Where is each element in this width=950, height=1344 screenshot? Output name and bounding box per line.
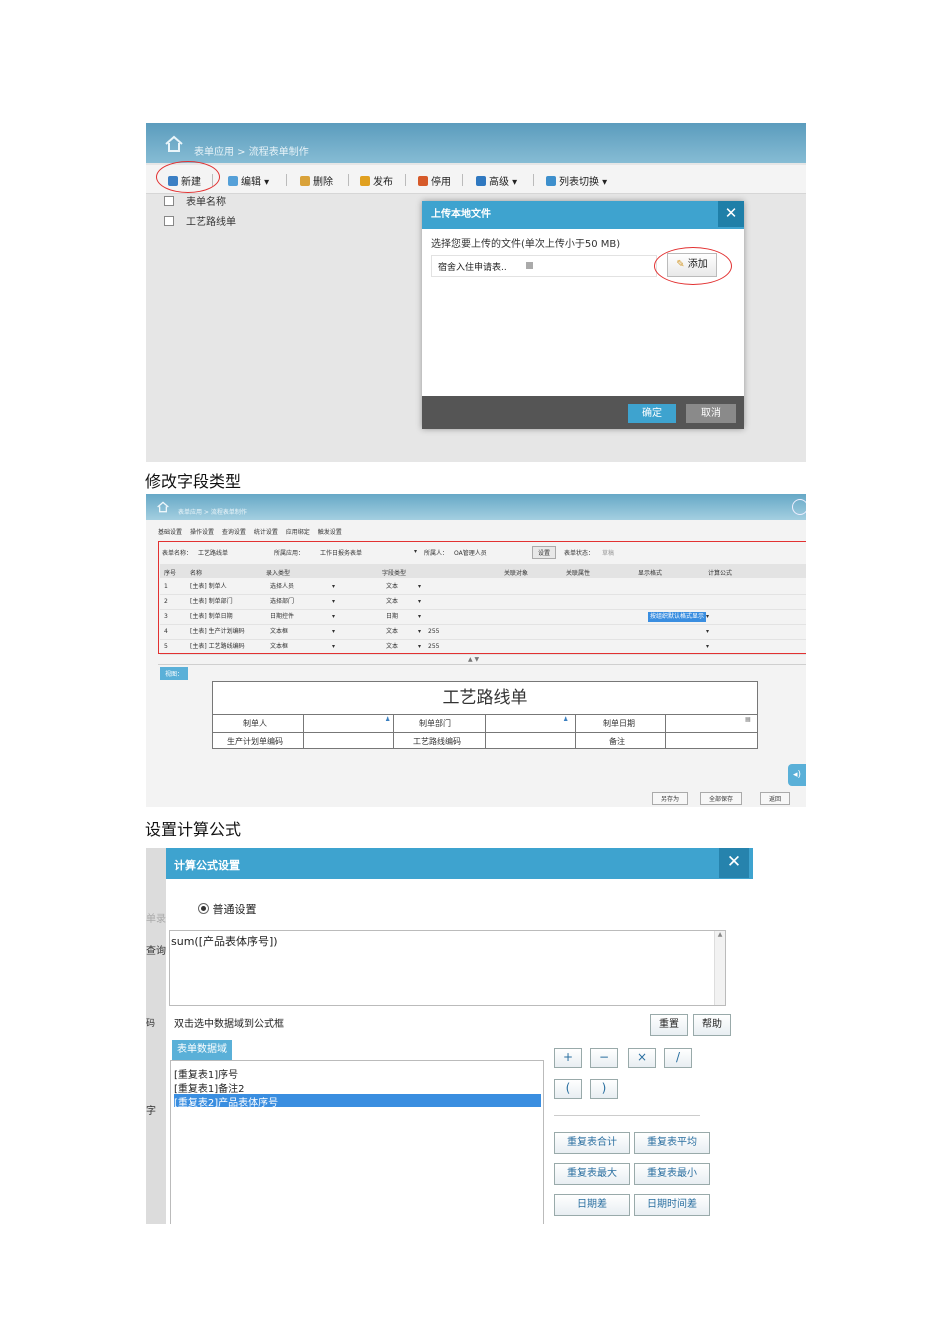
help-icon[interactable] [792,499,806,515]
department-icon[interactable]: ♟ [563,716,568,723]
tab-basic[interactable]: 基础设置 [158,527,182,536]
home-icon[interactable] [156,501,170,513]
file-name: 宿舍入住申请表.. [438,263,507,273]
date-diff-button[interactable]: 日期差 [554,1194,630,1216]
datetime-diff-button[interactable]: 日期时间差 [634,1194,710,1216]
calendar-icon[interactable]: ▦ [745,716,751,723]
tab-trigger[interactable]: 触发设置 [318,527,342,536]
tab-stats[interactable]: 统计设置 [254,527,278,536]
list-item[interactable]: [重复表1]备注2 [174,1080,245,1095]
reset-button[interactable]: 重置 [650,1014,688,1036]
divide-button[interactable]: / [664,1048,692,1068]
dialog-title: 上传本地文件 [422,201,744,229]
home-icon[interactable] [164,135,184,153]
formula-dialog: 计算公式设置 ✕ 普通设置 sum([产品表体序号]) ▲ 双击选中数据域到公式… [166,848,753,1224]
repeat-sum-button[interactable]: 重复表合计 [554,1132,630,1154]
dialog-title: 计算公式设置 [166,848,753,879]
tab-app-binding[interactable]: 应用绑定 [286,527,310,536]
advanced-icon [476,176,486,186]
help-button[interactable]: 帮助 [693,1014,731,1036]
cancel-button[interactable]: 取消 [686,404,736,423]
close-icon[interactable]: ✕ [719,848,749,878]
highlight-box [158,541,806,654]
formula-textarea[interactable]: sum([产品表体序号]) ▲ [169,930,726,1006]
scrollbar[interactable]: ▲ [714,931,725,1005]
form-title: 工艺路线单 [442,688,528,708]
upload-instruction: 选择您要上传的文件(单次上传小于50 MB) [431,239,621,250]
close-icon[interactable]: ✕ [718,201,744,227]
publish-icon [360,176,370,186]
list-switch-button[interactable]: 列表切换 ▾ [546,173,607,188]
header-bar: 表单应用 > 流程表单制作 [146,123,806,163]
repeat-avg-button[interactable]: 重复表平均 [634,1132,710,1154]
list-item[interactable]: 工艺路线单 [164,213,236,233]
trash-icon [300,176,310,186]
left-paren-button[interactable]: ( [554,1079,582,1099]
toolbar: 新建 编辑 ▾ 删除 发布 停用 高级 ▾ 列表切换 ▾ [146,165,806,194]
splitter-handle[interactable]: ▲ ▼ [468,656,479,663]
ok-button[interactable]: 确定 [628,404,676,423]
switch-icon [546,176,556,186]
list-header: 表单名称 [164,193,236,213]
right-paren-button[interactable]: ) [590,1079,618,1099]
header-bar: 表单应用 > 流程表单制作 [146,494,806,520]
field-list: [重复表1]序号 [重复表1]备注2 [重复表2]产品表体序号 [170,1060,544,1224]
breadcrumb: 表单应用 > 流程表单制作 [194,147,309,158]
edit-button[interactable]: 编辑 ▾ [228,173,269,188]
multiply-button[interactable]: × [628,1048,656,1068]
view-label: 视图： [160,667,189,680]
highlight-circle-add [654,247,732,285]
dialog-footer: 确定 取消 [422,396,744,429]
edit-icon [228,176,238,186]
disable-button[interactable]: 停用 [418,173,451,188]
plus-button[interactable]: + [554,1048,582,1068]
person-icon[interactable]: ♟ [385,716,390,723]
formula-screenshot: 单录 查询 码 字 计算公式设置 ✕ 普通设置 sum([产品表体序号]) ▲ … [146,848,753,1224]
upload-dialog: 上传本地文件 ✕ 选择您要上传的文件(单次上传小于50 MB) 宿舍入住申请表.… [422,201,744,429]
hint-text: 双击选中数据域到公式框 [174,1019,284,1030]
list-item[interactable]: [重复表1]序号 [174,1066,238,1081]
row-checkbox[interactable] [164,216,174,226]
tab-operation[interactable]: 操作设置 [190,527,214,536]
field-settings-screenshot: 表单应用 > 流程表单制作 基础设置 操作设置 查询设置 统计设置 应用绑定 触… [146,494,806,807]
caption-field-type: 修改字段类型 [145,472,242,491]
save-all-button[interactable]: 全部保存 [700,792,743,805]
breadcrumb: 表单应用 > 流程表单制作 [178,509,247,516]
delete-button[interactable]: 删除 [300,173,333,188]
tab-form-fields[interactable]: 表单数据域 [172,1040,232,1060]
repeat-min-button[interactable]: 重复表最小 [634,1163,710,1185]
save-as-button[interactable]: 另存为 [652,792,689,805]
highlight-circle-new [156,161,220,193]
select-all-checkbox[interactable] [164,196,174,206]
form-preview: 工艺路线单 制单人 ♟ 制单部门 ♟ 制单日期 ▦ 生产计划单编码 工艺路线编码… [212,681,758,749]
list-item-selected[interactable]: [重复表2]产品表体序号 [174,1094,541,1109]
upload-screenshot: 表单应用 > 流程表单制作 新建 编辑 ▾ 删除 发布 停用 高级 ▾ 列表切换… [146,123,806,462]
speaker-icon[interactable]: ◂) [788,764,806,786]
back-button[interactable]: 返回 [760,792,791,805]
file-field[interactable]: 宿舍入住申请表.. [431,255,657,277]
tab-query[interactable]: 查询设置 [222,527,246,536]
settings-tabs: 基础设置 操作设置 查询设置 统计设置 应用绑定 触发设置 [158,527,348,536]
repeat-max-button[interactable]: 重复表最大 [554,1163,630,1185]
formula-text: sum([产品表体序号]) [171,935,278,948]
minus-button[interactable]: − [590,1048,618,1068]
caption-formula: 设置计算公式 [145,820,242,839]
radio-icon [198,903,209,914]
disable-icon [418,176,428,186]
remove-file-icon[interactable] [526,262,533,269]
advanced-button[interactable]: 高级 ▾ [476,173,517,188]
form-list: 表单名称 工艺路线单 [164,193,236,233]
publish-button[interactable]: 发布 [360,173,393,188]
normal-settings-radio[interactable]: 普通设置 [198,901,257,917]
